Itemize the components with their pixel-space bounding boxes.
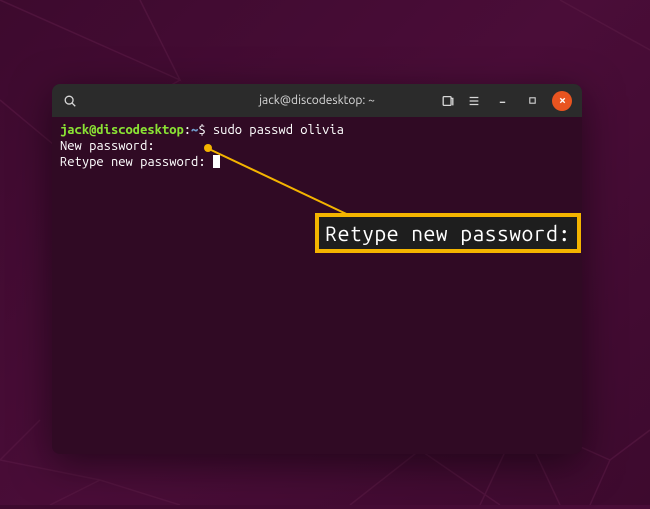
minimize-button[interactable] <box>492 91 512 111</box>
terminal-line: New password: <box>60 138 574 154</box>
maximize-button[interactable] <box>522 91 542 111</box>
prompt-colon: : <box>184 123 191 137</box>
titlebar: jack@discodesktop: ~ <box>52 84 582 117</box>
prompt-user-host: jack@discodesktop <box>60 123 184 137</box>
menu-icon[interactable] <box>466 93 482 109</box>
new-tab-icon[interactable] <box>440 93 456 109</box>
terminal-line: jack@discodesktop:~$ sudo passwd olivia <box>60 122 574 138</box>
terminal-window: jack@discodesktop: ~ <box>52 84 582 454</box>
cursor <box>213 155 220 168</box>
callout-anchor-dot <box>204 144 212 152</box>
terminal-line: Retype new password: <box>60 154 574 170</box>
terminal-output: Retype new password: <box>60 155 213 169</box>
close-button[interactable] <box>552 91 572 111</box>
callout-text: Retype new password: <box>325 221 570 245</box>
terminal-body[interactable]: jack@discodesktop:~$ sudo passwd olivia … <box>52 117 582 175</box>
callout-box: Retype new password: <box>315 213 581 253</box>
command-text: sudo passwd olivia <box>206 123 344 137</box>
prompt-symbol: $ <box>198 123 205 137</box>
window-title: jack@discodesktop: ~ <box>259 94 375 107</box>
search-icon[interactable] <box>62 93 78 109</box>
